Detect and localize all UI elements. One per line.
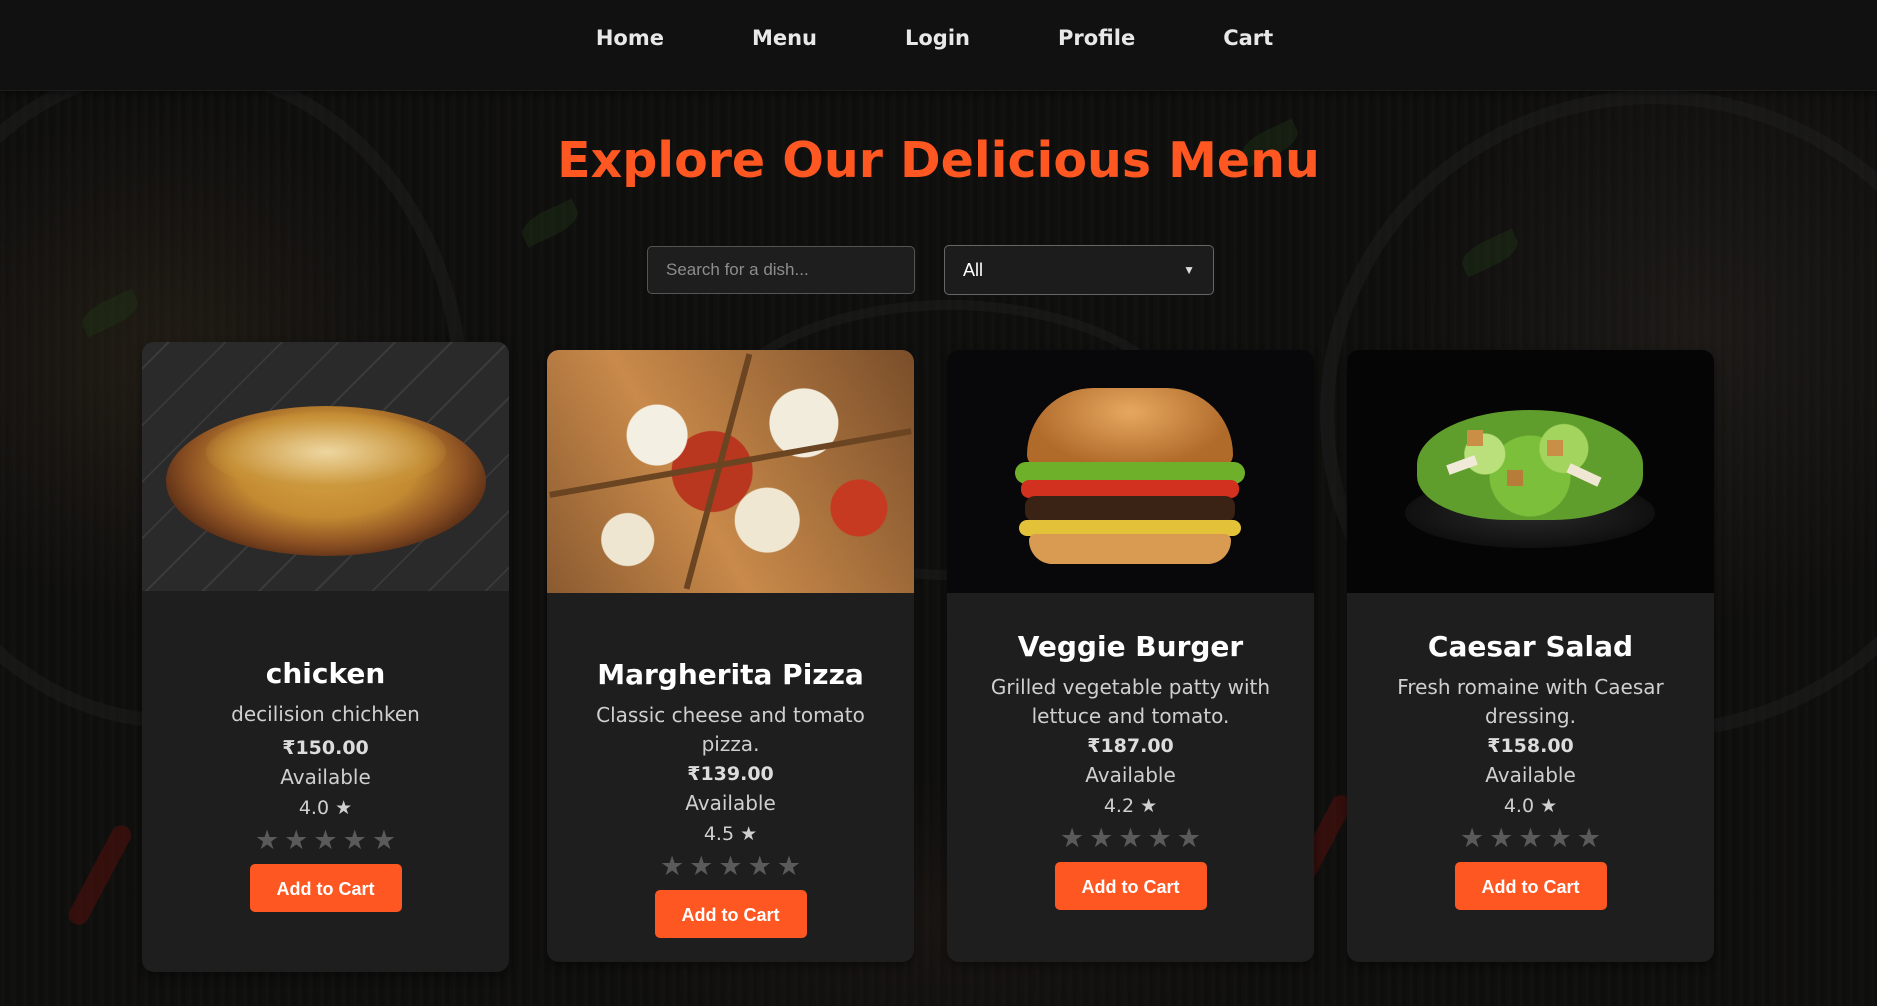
- menu-card-description: Fresh romaine with Caesar dressing.: [1397, 675, 1664, 728]
- menu-card-rating: 4.0 ★: [1503, 795, 1558, 817]
- star-icon[interactable]: ★: [660, 853, 684, 881]
- burger-image: [947, 350, 1314, 593]
- add-to-cart-button[interactable]: Add to Cart: [1054, 862, 1207, 910]
- menu-card-rating: 4.0 ★: [298, 797, 353, 819]
- menu-card-price: ₹139.00: [687, 763, 774, 785]
- star-icon[interactable]: ★: [1518, 825, 1542, 853]
- star-icon[interactable]: ★: [1489, 825, 1513, 853]
- menu-card-veggie-burger: Veggie Burger Grilled vegetable patty wi…: [947, 350, 1314, 962]
- star-icon[interactable]: ★: [372, 827, 396, 855]
- star-icon[interactable]: ★: [1118, 825, 1142, 853]
- star-icon[interactable]: ★: [1177, 825, 1201, 853]
- menu-card-caesar-salad: Caesar Salad Fresh romaine with Caesar d…: [1347, 350, 1714, 962]
- navbar: Home Menu Login Profile Cart: [0, 0, 1877, 91]
- menu-card-name: chicken: [265, 657, 386, 690]
- menu-card-status: Available: [1085, 763, 1176, 787]
- star-rating-input[interactable]: ★ ★ ★ ★ ★: [142, 827, 509, 855]
- pizza-image: [547, 350, 914, 593]
- star-rating-input[interactable]: ★ ★ ★ ★ ★: [1347, 825, 1714, 853]
- menu-card-status: Available: [280, 765, 371, 789]
- menu-card-description: decilision chichken: [231, 702, 420, 726]
- menu-card-price: ₹187.00: [1087, 735, 1174, 757]
- biryani-image: [142, 342, 509, 591]
- star-icon[interactable]: ★: [1460, 825, 1484, 853]
- salad-image: [1347, 350, 1714, 593]
- nav-cart-link[interactable]: Cart: [1223, 26, 1273, 50]
- chevron-down-icon: ▼: [1183, 263, 1195, 277]
- add-to-cart-button[interactable]: Add to Cart: [1454, 862, 1607, 910]
- star-icon[interactable]: ★: [255, 827, 279, 855]
- menu-card-price: ₹158.00: [1487, 735, 1574, 757]
- star-icon[interactable]: ★: [284, 827, 308, 855]
- menu-card-price: ₹150.00: [282, 737, 369, 759]
- menu-card-name: Veggie Burger: [1017, 630, 1244, 663]
- star-icon[interactable]: ★: [1148, 825, 1172, 853]
- star-icon[interactable]: ★: [1089, 825, 1113, 853]
- add-to-cart-button[interactable]: Add to Cart: [654, 890, 807, 938]
- star-icon[interactable]: ★: [343, 827, 367, 855]
- star-icon[interactable]: ★: [718, 853, 742, 881]
- star-icon[interactable]: ★: [1060, 825, 1084, 853]
- search-input[interactable]: [647, 246, 915, 294]
- star-icon[interactable]: ★: [689, 853, 713, 881]
- star-rating-input[interactable]: ★ ★ ★ ★ ★: [947, 825, 1314, 853]
- menu-card-chicken: chicken decilision chichken ₹150.00 Avai…: [142, 342, 509, 972]
- category-selected-value: All: [963, 259, 984, 280]
- nav-menu-link[interactable]: Menu: [752, 26, 817, 50]
- menu-card-name: Margherita Pizza: [597, 658, 864, 691]
- category-select[interactable]: All ▼: [944, 245, 1214, 295]
- star-rating-input[interactable]: ★ ★ ★ ★ ★: [547, 853, 914, 881]
- menu-card-description: Classic cheese and tomato pizza.: [596, 703, 865, 756]
- add-to-cart-button[interactable]: Add to Cart: [249, 864, 402, 912]
- menu-card-status: Available: [1485, 763, 1576, 787]
- nav-profile-link[interactable]: Profile: [1058, 26, 1135, 50]
- menu-card-description: Grilled vegetable patty with lettuce and…: [990, 675, 1271, 728]
- menu-card-name: Caesar Salad: [1427, 630, 1634, 663]
- menu-card-rating: 4.2 ★: [1103, 795, 1158, 817]
- menu-card-margherita-pizza: Margherita Pizza Classic cheese and toma…: [547, 350, 914, 962]
- star-icon[interactable]: ★: [1577, 825, 1601, 853]
- star-icon[interactable]: ★: [777, 853, 801, 881]
- page-title: Explore Our Delicious Menu: [557, 132, 1320, 189]
- nav-home-link[interactable]: Home: [596, 26, 664, 50]
- star-icon[interactable]: ★: [313, 827, 337, 855]
- menu-card-status: Available: [685, 791, 776, 815]
- star-icon[interactable]: ★: [1548, 825, 1572, 853]
- star-icon[interactable]: ★: [748, 853, 772, 881]
- nav-login-link[interactable]: Login: [905, 26, 970, 50]
- menu-card-rating: 4.5 ★: [703, 823, 758, 845]
